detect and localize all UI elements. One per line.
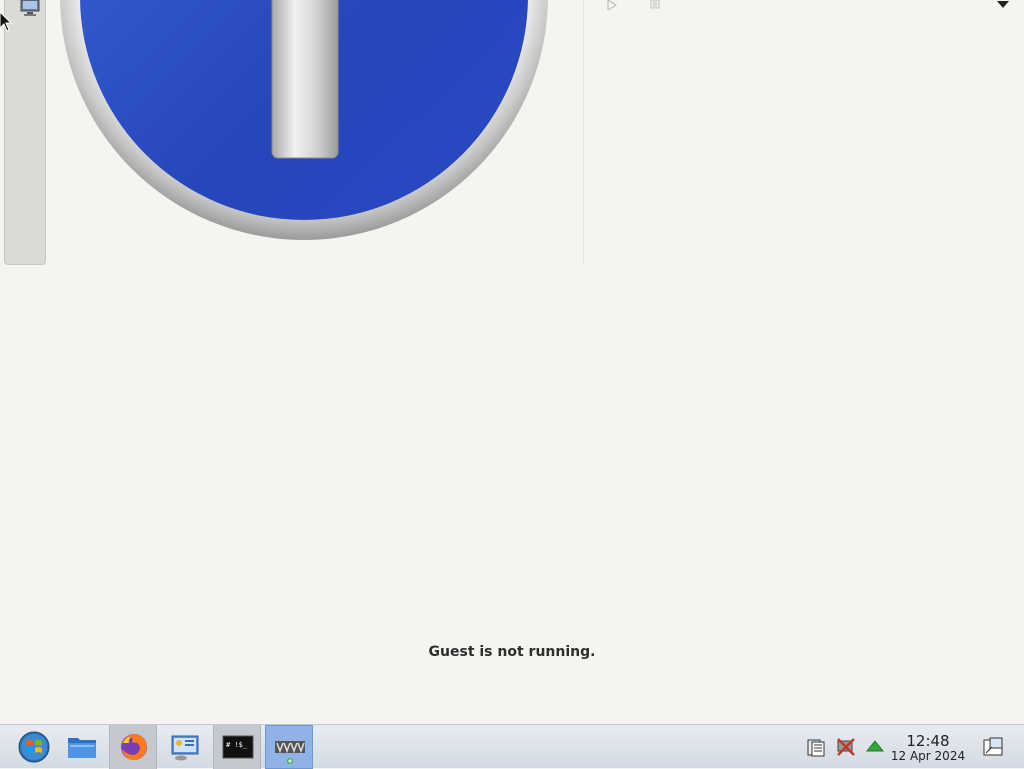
monitor-icon[interactable]	[19, 0, 41, 16]
control-panel-icon	[171, 735, 199, 761]
vm-icon	[275, 741, 305, 764]
file-manager-button[interactable]	[58, 725, 106, 769]
pause-icon[interactable]	[650, 0, 660, 9]
clipboard-icon[interactable]	[806, 737, 826, 757]
mouse-cursor-icon	[0, 12, 13, 32]
taskbar: # !$_ 12:48 12 Apr 2024	[0, 724, 1024, 769]
svg-text:# !$_: # !$_	[226, 741, 248, 749]
terminal-icon: # !$_	[222, 735, 254, 759]
vm-list-sidebar[interactable]	[4, 0, 46, 265]
update-arrow-icon[interactable]	[865, 737, 885, 757]
terminal-button[interactable]: # !$_	[213, 725, 261, 769]
panel-divider	[583, 0, 584, 265]
clock-time[interactable]: 12:48	[888, 732, 968, 750]
start-menu-button[interactable]	[10, 725, 58, 769]
firefox-icon	[121, 734, 147, 760]
clock-date[interactable]: 12 Apr 2024	[888, 749, 968, 763]
windows-logo-icon	[18, 731, 50, 763]
info-icon	[60, 0, 548, 240]
play-icon[interactable]	[606, 0, 618, 10]
show-desktop-icon[interactable]	[982, 736, 1004, 758]
folder-icon	[68, 738, 96, 758]
dropdown-arrow-icon[interactable]	[996, 0, 1010, 9]
virtual-machine-manager-button[interactable]	[265, 725, 313, 769]
firefox-button[interactable]	[109, 725, 157, 769]
guest-status-message: Guest is not running.	[428, 644, 596, 660]
system-settings-button[interactable]	[161, 725, 209, 769]
network-disconnected-icon[interactable]	[836, 737, 856, 757]
